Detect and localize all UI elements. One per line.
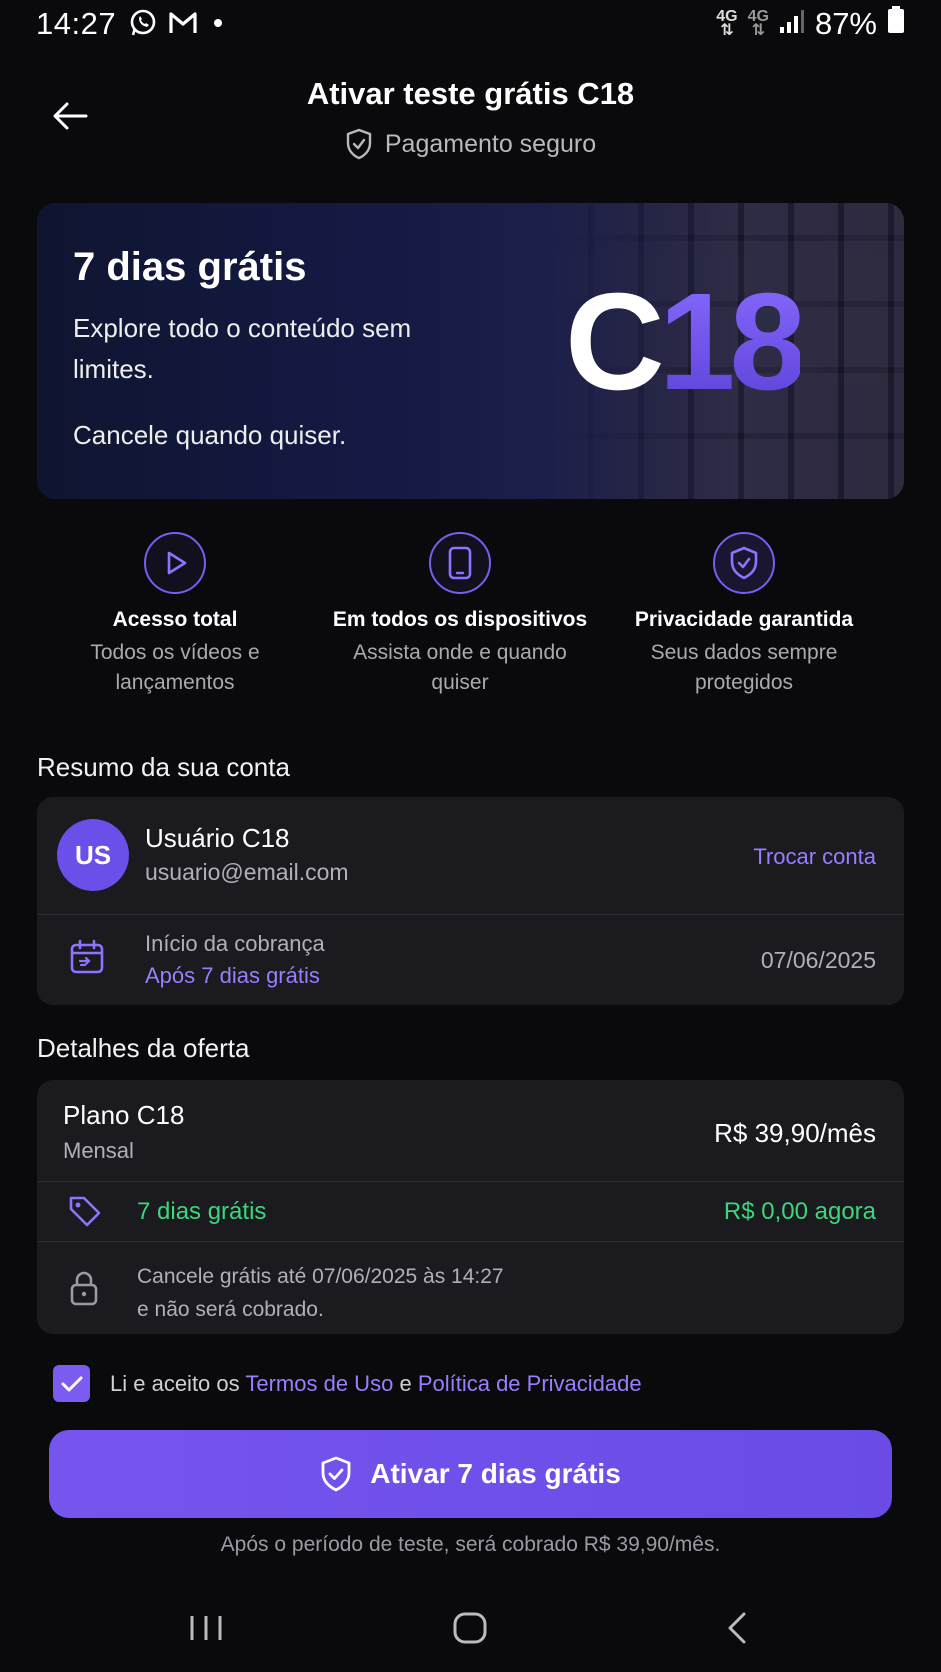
back-nav-button[interactable]	[718, 1608, 758, 1653]
tag-icon	[67, 1193, 103, 1234]
hero-description: Explore todo o conteúdo sem limites.	[73, 313, 412, 384]
avatar: US	[57, 819, 129, 891]
account-section-title: Resumo da sua conta	[37, 752, 290, 782]
signal-icon	[779, 6, 805, 42]
feature-desc: Seus dados sempre protegidos	[650, 641, 838, 694]
logo-number: 18	[658, 265, 806, 419]
divider	[37, 1181, 904, 1182]
network-icon-secondary: 4G ⇅	[747, 8, 769, 39]
account-email: usuario@email.com	[145, 859, 349, 885]
brand-logo: C18	[565, 273, 806, 411]
battery-percent: 87%	[814, 6, 877, 41]
terms-text: Li e aceito os Termos de Uso e Política …	[110, 1371, 642, 1397]
lock-icon	[69, 1270, 99, 1311]
battery-icon	[887, 6, 905, 42]
feature-title: Acesso total	[112, 608, 238, 631]
feature-all-devices: Em todos os dispositivos Assista onde e …	[310, 532, 610, 698]
status-right: 4G ⇅ 4G ⇅ 87%	[716, 6, 905, 42]
gmail-icon	[168, 10, 198, 41]
shield-check-icon	[321, 1456, 351, 1492]
chevron-left-icon	[728, 1612, 746, 1644]
billing-start-label: Início da cobrança	[145, 931, 325, 956]
subtitle-text: Pagamento seguro	[384, 129, 597, 158]
status-time: 14:27	[36, 6, 117, 41]
offer-card: Plano C18 Mensal R$ 39,90/mês 7 dias grá…	[37, 1080, 904, 1334]
hero-banner: 7 dias grátis Explore todo o conteúdo se…	[37, 203, 904, 499]
footer-note: Após o período de teste, será cobrado R$…	[220, 1533, 721, 1556]
account-card: US Usuário C18 usuario@email.com Trocar …	[37, 797, 904, 1005]
whatsapp-icon	[128, 8, 158, 43]
divider	[37, 914, 904, 915]
shield-check-icon	[713, 532, 775, 594]
recent-apps-button[interactable]	[186, 1608, 226, 1653]
calendar-icon	[69, 939, 105, 980]
network-icon: 4G ⇅	[716, 8, 738, 39]
secure-payment-label: Pagamento seguro	[0, 128, 941, 160]
terms-prefix: Li e aceito os	[110, 1370, 240, 1396]
cancel-note-line-1: Cancele grátis até 07/06/2025 às 14:27	[137, 1265, 504, 1288]
home-button[interactable]	[450, 1608, 490, 1653]
dot-icon	[208, 13, 228, 38]
divider	[37, 1241, 904, 1242]
terms-of-use-link[interactable]: Termos de Uso	[245, 1371, 393, 1396]
cancel-note: Cancele grátis até 07/06/2025 às 14:27 e…	[137, 1260, 504, 1326]
plan-name: Plano C18	[63, 1100, 185, 1130]
recent-apps-icon	[190, 1616, 222, 1640]
billing-start-sub: Após 7 dias grátis	[145, 963, 320, 988]
activate-trial-label: Ativar 7 dias grátis	[370, 1458, 621, 1489]
terms-conjunction: e	[399, 1370, 412, 1396]
feature-title: Privacidade garantida	[634, 608, 854, 631]
trial-price: R$ 0,00 agora	[723, 1198, 876, 1225]
billing-start-date: 07/06/2025	[760, 947, 876, 973]
phone-icon	[429, 532, 491, 594]
terms-row: Li e aceito os Termos de Uso e Política …	[53, 1365, 642, 1402]
feature-privacy: Privacidade garantida Seus dados sempre …	[594, 532, 894, 698]
play-icon	[144, 532, 206, 594]
feature-title: Em todos os dispositivos	[332, 608, 588, 631]
plan-price: R$ 39,90/mês	[714, 1118, 876, 1148]
feature-full-access: Acesso total Todos os vídeos e lançament…	[25, 532, 325, 698]
hero-title: 7 dias grátis	[73, 245, 307, 289]
cancel-note-line-2: e não será cobrado.	[137, 1298, 324, 1321]
activate-trial-button[interactable]: Ativar 7 dias grátis	[49, 1430, 892, 1518]
page-title: Ativar teste grátis C18	[306, 76, 635, 111]
shield-check-icon	[346, 128, 372, 160]
terms-checkbox[interactable]	[53, 1365, 90, 1402]
account-name: Usuário C18	[145, 823, 290, 853]
feature-desc: Assista onde e quando quiser	[353, 641, 567, 694]
privacy-policy-link[interactable]: Política de Privacidade	[418, 1371, 642, 1396]
logo-letter: C	[565, 265, 665, 419]
trial-label: 7 dias grátis	[137, 1198, 267, 1225]
switch-account-link[interactable]: Trocar conta	[753, 844, 876, 870]
notification-icons	[128, 8, 228, 43]
plan-period: Mensal	[63, 1138, 134, 1163]
hero-cancel-text: Cancele quando quiser.	[73, 420, 347, 450]
home-icon	[453, 1612, 487, 1644]
system-nav-bar	[0, 1600, 941, 1660]
offer-section-title: Detalhes da oferta	[37, 1033, 250, 1063]
check-icon	[61, 1376, 82, 1391]
feature-desc: Todos os vídeos e lançamentos	[90, 641, 260, 694]
